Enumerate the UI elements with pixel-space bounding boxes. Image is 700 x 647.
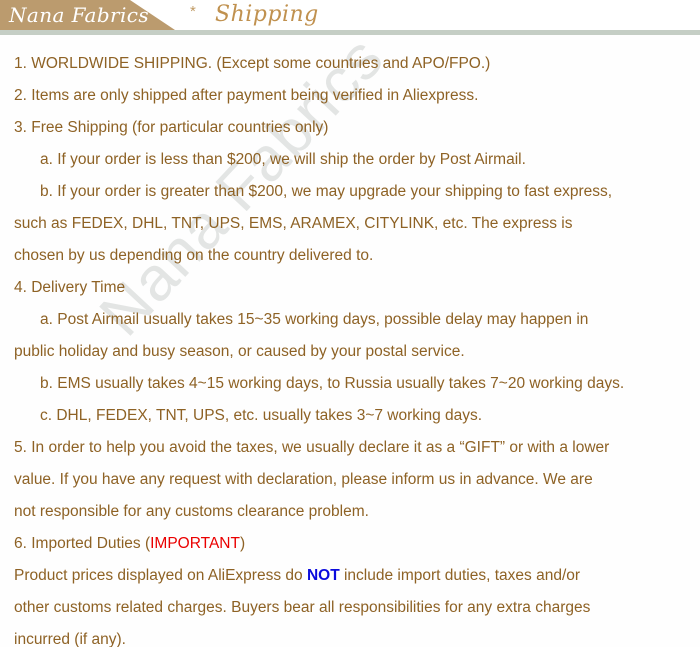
not-line-suffix: include import duties, taxes and/or: [339, 567, 581, 584]
policy-line: value. If you have any request with decl…: [14, 471, 593, 488]
star-icon: *: [190, 3, 196, 20]
policy-line: 1. WORLDWIDE SHIPPING. (Except some coun…: [14, 55, 491, 72]
not-include-line: Product prices displayed on AliExpress d…: [0, 560, 700, 592]
closing-lines: other customs related charges. Buyers be…: [0, 592, 700, 647]
policy-line: such as FEDEX, DHL, TNT, UPS, EMS, ARAME…: [14, 215, 573, 232]
policy-lines: 1. WORLDWIDE SHIPPING. (Except some coun…: [0, 48, 700, 528]
policy-line: 5. In order to help you avoid the taxes,…: [14, 439, 610, 456]
not-emphasis: NOT: [306, 567, 340, 584]
imported-duties-suffix: ): [239, 535, 246, 552]
policy-line: not responsible for any customs clearanc…: [14, 503, 369, 520]
not-line-prefix: Product prices displayed on AliExpress d…: [14, 567, 307, 584]
page-title: Shipping: [215, 2, 319, 27]
policy-line: c. DHL, FEDEX, TNT, UPS, etc. usually ta…: [40, 407, 483, 424]
policy-line: b. If your order is greater than $200, w…: [40, 183, 613, 200]
policy-line: a. Post Airmail usually takes 15~35 work…: [40, 311, 589, 328]
header-divider: [0, 30, 700, 35]
policy-line: a. If your order is less than $200, we w…: [40, 151, 526, 168]
brand-title: Nana Fabrics: [9, 3, 150, 27]
policy-content: 1. WORLDWIDE SHIPPING. (Except some coun…: [0, 48, 700, 647]
important-emphasis: IMPORTANT: [150, 535, 240, 552]
policy-line: incurred (if any).: [14, 631, 126, 647]
policy-line: 4. Delivery Time: [14, 279, 126, 296]
policy-line: public holiday and busy season, or cause…: [14, 343, 465, 360]
page-header: Nana Fabrics * Shipping: [0, 0, 700, 30]
policy-line: other customs related charges. Buyers be…: [14, 599, 591, 616]
policy-line: b. EMS usually takes 4~15 working days, …: [40, 375, 625, 392]
imported-duties-prefix: 6. Imported Duties (: [14, 535, 151, 552]
policy-line: 3. Free Shipping (for particular countri…: [14, 119, 329, 136]
shipping-policy-page: Nana Fabrics Nana Fabrics * Shipping 1. …: [0, 0, 700, 647]
imported-duties-line: 6. Imported Duties (IMPORTANT): [0, 528, 700, 560]
policy-line: 2. Items are only shipped after payment …: [14, 87, 479, 104]
policy-line: chosen by us depending on the country de…: [14, 247, 374, 264]
